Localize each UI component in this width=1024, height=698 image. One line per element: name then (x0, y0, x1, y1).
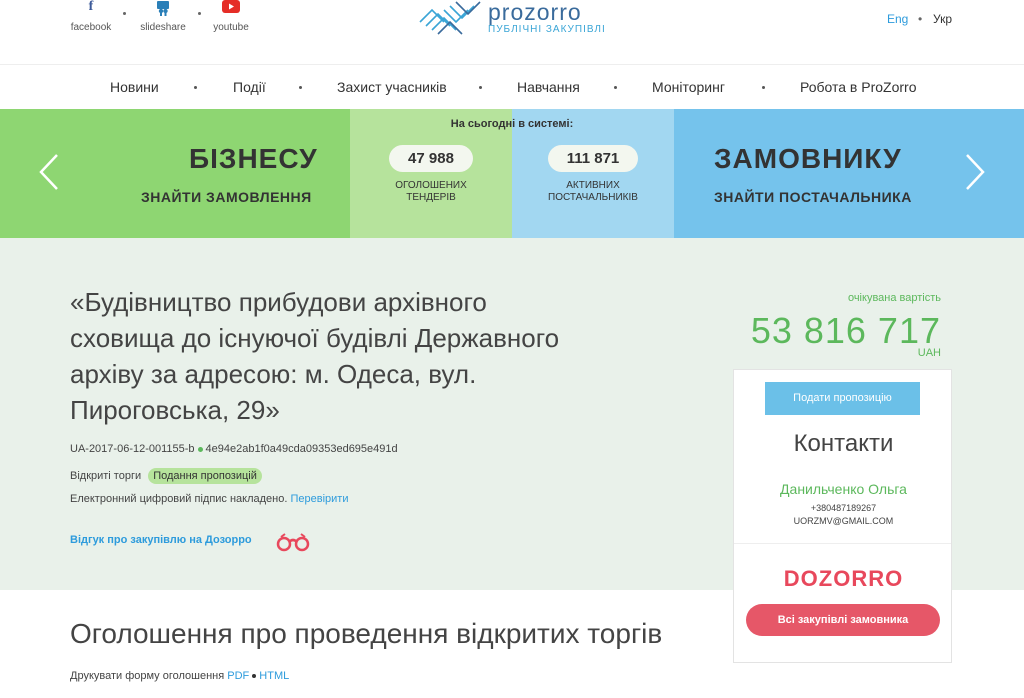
nav-item-protection[interactable]: Захист учасників (337, 79, 447, 95)
verify-link[interactable]: Перевірити (290, 493, 348, 505)
expected-value-label: очікувана вартість (847, 292, 941, 304)
logo-name: prozorro (488, 0, 582, 25)
nav-separator (479, 86, 482, 89)
main-nav: Новини Події Захист учасників Навчання М… (0, 64, 1024, 109)
print-pdf-link[interactable]: PDF (227, 670, 249, 682)
separator-dot (252, 674, 257, 679)
print-form-text: Друкувати форму оголошення (70, 670, 225, 682)
separator-dot (197, 446, 203, 452)
business-title: БІЗНЕСУ (189, 143, 318, 174)
facebook-icon: f (88, 0, 94, 14)
customer-title: ЗАМОВНИКУ (714, 143, 902, 174)
prozorro-logo[interactable]: prozorro ПУБЛІЧНІ ЗАКУПІВЛІ (418, 0, 618, 40)
binoculars-icon[interactable] (275, 532, 311, 557)
contact-email[interactable]: UORZMV@GMAIL.COM (734, 516, 953, 526)
nav-item-careers[interactable]: Робота в ProZorro (800, 79, 917, 95)
contacts-title: Контакти (793, 430, 894, 457)
social-separator (123, 12, 126, 15)
nav-item-learning[interactable]: Навчання (517, 79, 580, 95)
top-header: f facebook slideshare youtube prozorro П… (0, 0, 1024, 64)
lang-uk-link[interactable]: Укр (933, 12, 952, 26)
expected-value: 53 816 717 (750, 310, 941, 351)
tenders-label-line1: ОГОЛОШЕНИХ (395, 180, 467, 191)
nav-item-monitoring[interactable]: Моніторинг (652, 79, 725, 95)
prozorro-logo-mark-icon (419, 1, 481, 35)
tender-type-line: Відкриті торги Подання пропозицій (70, 468, 262, 484)
facebook-link[interactable]: f facebook (66, 0, 116, 40)
lang-separator: • (918, 12, 923, 26)
chevron-right-icon[interactable] (964, 153, 986, 198)
suppliers-label: АКТИВНИХ ПОСТАЧАЛЬНИКІВ (512, 180, 674, 204)
facebook-label: facebook (70, 22, 112, 33)
signature-line: Електронний цифровий підпис накладено. П… (70, 493, 348, 505)
dozorro-review-link[interactable]: Відгук про закупівлю на Дозорро (70, 534, 252, 546)
youtube-label: youtube (213, 22, 249, 33)
nav-separator (762, 86, 765, 89)
tender-id-line: UA-2017-06-12-001155-b 4e94e2ab1f0a49cda0… (70, 443, 398, 455)
lang-en-link[interactable]: Eng (887, 12, 908, 26)
announcement-title: Оголошення про проведення відкритих торг… (70, 618, 663, 649)
suppliers-label-line2: ПОСТАЧАЛЬНИКІВ (548, 192, 638, 203)
tender-title: «Будівництво прибудови архівного сховища… (70, 287, 560, 425)
all-purchases-button[interactable]: Всі закупівлі замовника (746, 604, 940, 636)
nav-item-news[interactable]: Новини (110, 79, 159, 95)
dozorro-logo: DOZORRO (783, 566, 904, 591)
contacts-card: Подати пропозицію Контакти Данильченко О… (733, 369, 952, 663)
youtube-link[interactable]: youtube (208, 0, 254, 40)
nav-separator (614, 86, 617, 89)
tenders-label-line2: ТЕНДЕРІВ (406, 192, 456, 203)
submit-proposal-button[interactable]: Подати пропозицію (765, 382, 920, 415)
slideshare-label: slideshare (140, 22, 186, 33)
print-form-line: Друкувати форму оголошення PDF HTML (70, 670, 289, 682)
social-separator (198, 12, 201, 15)
tender-hash: 4e94e2ab1f0a49cda09353ed695e491d (205, 443, 398, 455)
print-html-link[interactable]: HTML (259, 670, 289, 682)
contact-phone: +380487189267 (810, 503, 877, 513)
suppliers-count: 111 871 (548, 145, 638, 172)
logo-subtitle: ПУБЛІЧНІ ЗАКУПІВЛІ (488, 24, 606, 35)
youtube-icon (208, 0, 254, 20)
contact-name: Данильченко Ольга (780, 481, 907, 497)
tenders-label: ОГОЛОШЕНИХ ТЕНДЕРІВ (350, 180, 512, 204)
nav-separator (194, 86, 197, 89)
nav-separator (299, 86, 302, 89)
hero-banner: БІЗНЕСУ ЗНАЙТИ ЗАМОВЛЕННЯ На сьогодні в … (0, 109, 1024, 238)
chevron-left-icon[interactable] (38, 153, 60, 198)
status-badge: Подання пропозицій (148, 468, 262, 484)
tender-type: Відкриті торги (70, 470, 142, 482)
stats-header: На сьогодні в системі: (450, 118, 574, 130)
business-panel[interactable]: БІЗНЕСУ ЗНАЙТИ ЗАМОВЛЕННЯ (0, 109, 350, 238)
business-subtitle: ЗНАЙТИ ЗАМОВЛЕННЯ (141, 189, 312, 205)
slideshare-link[interactable]: slideshare (136, 0, 190, 40)
customer-panel[interactable]: ЗАМОВНИКУ ЗНАЙТИ ПОСТАЧАЛЬНИКА (674, 109, 1024, 238)
signature-text: Електронний цифровий підпис накладено. (70, 493, 288, 505)
nav-item-events[interactable]: Події (233, 79, 266, 95)
tenders-count: 47 988 (389, 145, 473, 172)
card-divider (734, 543, 951, 544)
customer-subtitle: ЗНАЙТИ ПОСТАЧАЛЬНИКА (714, 189, 912, 205)
slideshare-icon (136, 0, 190, 20)
tender-id: UA-2017-06-12-001155-b (70, 443, 195, 455)
suppliers-label-line1: АКТИВНИХ (566, 180, 620, 191)
currency-label: UAH (917, 347, 941, 359)
